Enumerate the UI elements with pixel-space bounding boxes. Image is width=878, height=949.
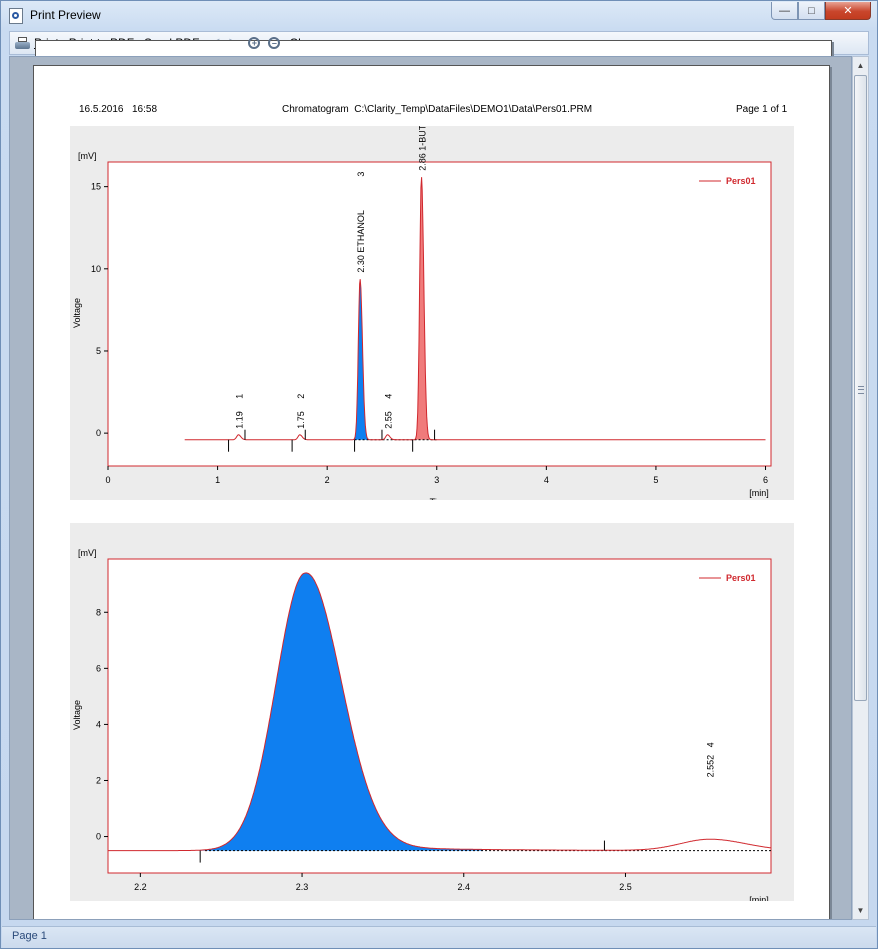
legend-label: Pers01 bbox=[726, 176, 756, 186]
print-date: 16.5.2016 bbox=[79, 104, 124, 115]
y-unit: [mV] bbox=[78, 151, 97, 161]
app-icon bbox=[9, 8, 23, 24]
y-axis-label: Voltage bbox=[72, 298, 82, 328]
x-tick-label: 2.4 bbox=[457, 882, 470, 892]
chromatogram-zoom: 2.302 ETHANOL32.55242.22.32.42.502468[mV… bbox=[72, 410, 772, 914]
y-axis-label: Voltage bbox=[72, 700, 82, 730]
y-tick-label: 2 bbox=[96, 775, 101, 785]
x-unit: [min] bbox=[749, 488, 769, 498]
document-title: Chromatogram C:\Clarity_Temp\DataFiles\D… bbox=[282, 104, 593, 115]
scroll-thumb[interactable] bbox=[854, 75, 867, 701]
x-tick-label: 4 bbox=[544, 475, 549, 485]
peak-number-3: 3 bbox=[356, 172, 366, 177]
chart-panel-overview: 1.19 1 1.75 2 2.30 ETHANOL 3 2.55 4 2.86 1-BUTAN… bbox=[70, 57, 794, 507]
page-info: Page 1 of 1 bbox=[736, 104, 788, 115]
peak-label-4: 2.55 bbox=[383, 411, 393, 429]
scroll-down-icon[interactable]: ▼ bbox=[853, 902, 868, 919]
peak-number-4: 4 bbox=[383, 394, 393, 399]
x-unit: [min] bbox=[749, 895, 769, 901]
scroll-up-icon[interactable]: ▲ bbox=[853, 57, 868, 74]
y-tick-label: 6 bbox=[96, 663, 101, 673]
window-controls: — □ ✕ bbox=[771, 2, 871, 20]
chart-panel-zoom: 2.302 ETHANOL32.55242.22.32.42.502468[mV… bbox=[70, 410, 794, 914]
peak-number-2: 4 bbox=[706, 742, 716, 747]
status-page: Page 1 bbox=[12, 930, 47, 942]
x-tick-label: 2.3 bbox=[296, 882, 309, 892]
vertical-scrollbar[interactable]: ▲ ▼ bbox=[852, 56, 869, 920]
y-tick-label: 15 bbox=[91, 182, 101, 192]
y-tick-label: 4 bbox=[96, 719, 101, 729]
preview-page: 16.5.2016 16:58 Chromatogram C:\Clarity_… bbox=[33, 57, 830, 919]
peak-label-5: 2.86 1-BUTANOL bbox=[417, 126, 427, 171]
toolbar: Print Print to PDF Send PDF ◀ ▶ ▤ + – Cl… bbox=[9, 31, 869, 900]
maximize-icon: □ bbox=[808, 4, 815, 17]
x-tick-label: 1 bbox=[215, 475, 220, 485]
minimize-button[interactable]: — bbox=[771, 2, 798, 20]
chromatogram-overview: 1.19 1 1.75 2 2.30 ETHANOL 3 2.55 4 2.86 1-BUTAN… bbox=[72, 57, 772, 507]
close-icon: ✕ bbox=[843, 5, 853, 17]
print-preview-window: Print Preview — □ ✕ Print Print to PDF S… bbox=[0, 0, 878, 949]
peak-label-1: 1.19 bbox=[234, 411, 244, 429]
plot-area bbox=[107, 161, 772, 467]
x-tick-label: 0 bbox=[105, 475, 110, 485]
status-bar: Page 1 bbox=[2, 926, 876, 948]
y-tick-label: 8 bbox=[96, 607, 101, 617]
peak-number-2: 2 bbox=[296, 394, 306, 399]
peak-label-2: 1.75 bbox=[296, 411, 306, 429]
y-tick-label: 0 bbox=[96, 832, 101, 842]
x-tick-label: 6 bbox=[763, 475, 768, 485]
y-tick-label: 5 bbox=[96, 346, 101, 356]
x-axis-label: Time bbox=[430, 497, 450, 500]
maximize-button[interactable]: □ bbox=[798, 2, 825, 20]
peak-label-2: 2.552 bbox=[706, 755, 716, 778]
y-tick-label: 10 bbox=[91, 264, 101, 274]
peak-number-1: 1 bbox=[234, 394, 244, 399]
y-tick-label: 0 bbox=[96, 428, 101, 438]
close-window-button[interactable]: ✕ bbox=[825, 2, 871, 20]
title-bar: Print Preview — □ ✕ bbox=[1, 1, 877, 31]
x-tick-label: 2.2 bbox=[134, 882, 147, 892]
x-tick-label: 2.5 bbox=[619, 882, 632, 892]
peak-label-3: 2.30 ETHANOL bbox=[356, 210, 366, 273]
printer-icon bbox=[15, 36, 30, 50]
grip-icon bbox=[858, 386, 864, 394]
minimize-icon: — bbox=[779, 4, 790, 17]
plot-area bbox=[107, 558, 772, 874]
x-tick-label: 2 bbox=[325, 475, 330, 485]
y-unit: [mV] bbox=[78, 548, 97, 558]
window-title: Print Preview bbox=[30, 8, 101, 22]
print-time: 16:58 bbox=[132, 104, 158, 115]
legend-label: Pers01 bbox=[726, 573, 756, 583]
x-tick-label: 3 bbox=[434, 475, 439, 485]
preview-area[interactable]: 16.5.2016 16:58 Chromatogram C:\Clarity_… bbox=[9, 56, 852, 920]
x-tick-label: 5 bbox=[653, 475, 658, 485]
